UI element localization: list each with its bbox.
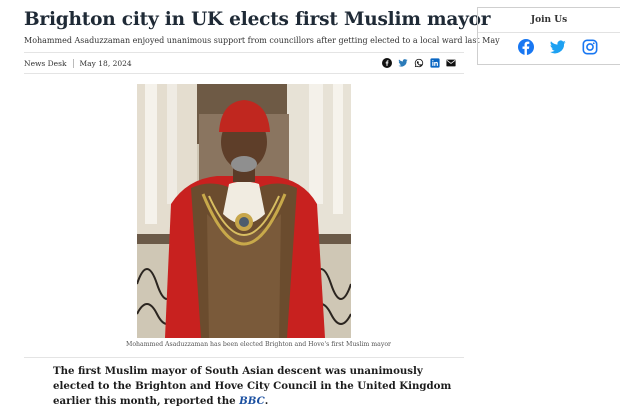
facebook-icon[interactable] [518, 39, 534, 55]
social-links [496, 39, 620, 55]
twitter-icon[interactable] [550, 39, 566, 55]
lead-end: . [264, 395, 269, 407]
article-headline: Brighton city in UK elects first Muslim … [24, 9, 491, 30]
bbc-link[interactable]: BBC [239, 395, 265, 407]
facebook-icon[interactable] [381, 58, 392, 69]
article-lead-paragraph: The first Muslim mayor of South Asian de… [53, 364, 453, 409]
divider [24, 73, 464, 74]
join-us-widget: Join Us [477, 7, 620, 65]
divider [24, 357, 464, 358]
whatsapp-icon[interactable] [413, 58, 424, 69]
divider [24, 52, 464, 53]
email-icon[interactable] [445, 58, 456, 69]
author-name[interactable]: News Desk [24, 58, 74, 68]
instagram-icon[interactable] [582, 39, 598, 55]
article-subtitle: Mohammed Asaduzzaman enjoyed unanimous s… [24, 36, 500, 45]
linkedin-icon[interactable] [429, 58, 440, 69]
twitter-icon[interactable] [397, 58, 408, 69]
publish-date: May 18, 2024 [79, 58, 132, 68]
article-photo [137, 84, 351, 338]
share-bar [381, 58, 456, 69]
image-caption: Mohammed Asaduzzaman has been elected Br… [126, 341, 392, 348]
join-us-title: Join Us [478, 8, 620, 33]
article-meta: News Desk May 18, 2024 [24, 55, 456, 71]
